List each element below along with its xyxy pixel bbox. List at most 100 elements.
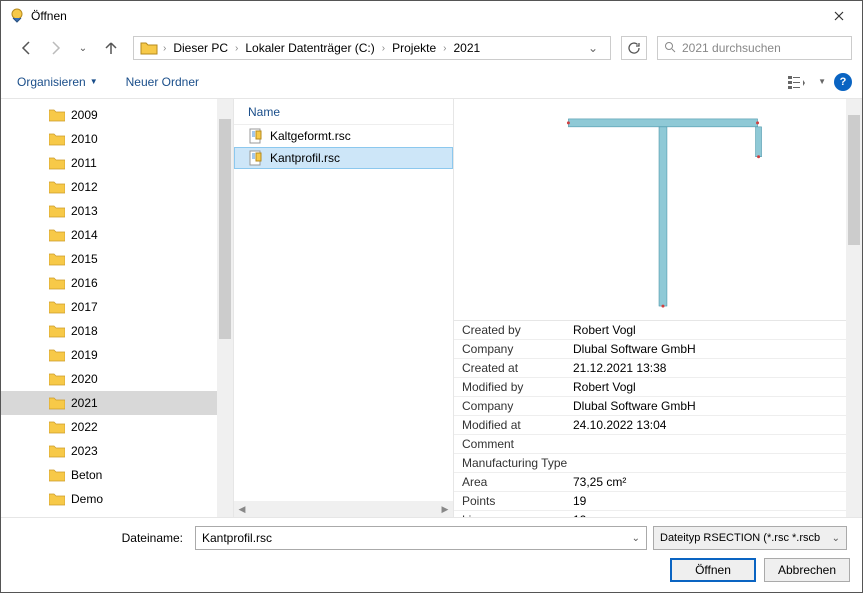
- property-row: Modified at24.10.2022 13:04: [454, 416, 862, 435]
- property-row: Modified byRobert Vogl: [454, 378, 862, 397]
- file-name: Kaltgeformt.rsc: [270, 129, 351, 143]
- navbar: ⌄ › Dieser PC › Lokaler Datenträger (C:)…: [1, 31, 862, 65]
- scrollbar-horizontal[interactable]: ◀▶: [234, 501, 453, 517]
- property-value: Robert Vogl: [569, 380, 636, 394]
- forward-button[interactable]: [43, 36, 67, 60]
- tree-item[interactable]: 2015: [1, 247, 233, 271]
- properties-table: Created byRobert VoglCompanyDlubal Softw…: [454, 321, 862, 517]
- back-button[interactable]: [15, 36, 39, 60]
- tree-item[interactable]: 2014: [1, 223, 233, 247]
- tree-item-label: 2021: [71, 396, 98, 410]
- property-label: Company: [454, 399, 569, 413]
- recent-dropdown[interactable]: ⌄: [71, 36, 95, 60]
- preview-pane: Created byRobert VoglCompanyDlubal Softw…: [453, 99, 862, 517]
- chevron-down-icon[interactable]: ⌄: [632, 533, 640, 544]
- organize-button[interactable]: Organisieren ▼: [11, 71, 104, 93]
- folder-icon: [49, 396, 65, 410]
- file-row[interactable]: Kantprofil.rsc: [234, 147, 453, 169]
- property-label: Manufacturing Type: [454, 456, 569, 470]
- property-label: Modified at: [454, 418, 569, 432]
- folder-icon: [140, 39, 158, 57]
- file-row[interactable]: Kaltgeformt.rsc: [234, 125, 453, 147]
- up-button[interactable]: [99, 36, 123, 60]
- filetype-value: Dateityp RSECTION (*.rsc *.rscb: [660, 532, 820, 544]
- folder-icon: [49, 468, 65, 482]
- property-value: Dlubal Software GmbH: [569, 342, 696, 356]
- property-label: Modified by: [454, 380, 569, 394]
- property-value: Dlubal Software GmbH: [569, 399, 696, 413]
- property-label: Points: [454, 494, 569, 508]
- tree-item[interactable]: 2013: [1, 199, 233, 223]
- folder-icon: [49, 276, 65, 290]
- tree-item[interactable]: Beton: [1, 463, 233, 487]
- folder-icon: [49, 420, 65, 434]
- breadcrumb-item[interactable]: Projekte: [388, 41, 440, 55]
- filetype-select[interactable]: Dateityp RSECTION (*.rsc *.rscb ⌄: [653, 526, 847, 550]
- cancel-button[interactable]: Abbrechen: [764, 558, 850, 582]
- breadcrumb-item[interactable]: 2021: [449, 41, 484, 55]
- property-label: Comment: [454, 437, 569, 451]
- dialog-body: 2009 2010 2011 20122013 2014 2015 2016 20172018…: [1, 99, 862, 517]
- app-icon: [9, 8, 25, 24]
- tree-item[interactable]: 2012: [1, 175, 233, 199]
- scrollbar[interactable]: [217, 99, 233, 517]
- property-value: 19: [569, 494, 586, 508]
- property-row: Created byRobert Vogl: [454, 321, 862, 340]
- tree-item[interactable]: 2017: [1, 295, 233, 319]
- tree-item[interactable]: 2011: [1, 151, 233, 175]
- tree-item-label: 2023: [71, 444, 98, 458]
- preview-thumbnail: [454, 99, 862, 321]
- tree-item[interactable]: 2018: [1, 319, 233, 343]
- refresh-button[interactable]: [621, 36, 647, 60]
- file-list[interactable]: Name Kaltgeformt.rsc Kantprofil.rsc ◀▶: [233, 99, 453, 517]
- breadcrumb-item[interactable]: Dieser PC: [169, 41, 232, 55]
- property-value: 21.12.2021 13:38: [569, 361, 666, 375]
- tree-item-label: 2015: [71, 252, 98, 266]
- new-folder-button[interactable]: Neuer Ordner: [120, 71, 205, 93]
- tree-item[interactable]: 2010: [1, 127, 233, 151]
- tree-item[interactable]: Demo: [1, 487, 233, 511]
- tree-item[interactable]: 2009: [1, 103, 233, 127]
- chevron-right-icon: ›: [234, 43, 239, 54]
- tree-item[interactable]: 2021: [1, 391, 233, 415]
- tree-item-label: 2011: [71, 156, 97, 170]
- chevron-down-icon[interactable]: ▼: [818, 77, 826, 86]
- folder-icon: [49, 204, 65, 218]
- property-row: Created at21.12.2021 13:38: [454, 359, 862, 378]
- property-label: Created by: [454, 323, 569, 337]
- folder-icon: [49, 348, 65, 362]
- breadcrumb-dropdown[interactable]: ⌄: [580, 41, 606, 55]
- tree-item[interactable]: 2019: [1, 343, 233, 367]
- chevron-right-icon: ›: [381, 43, 386, 54]
- close-button[interactable]: [816, 1, 862, 31]
- help-button[interactable]: ?: [834, 73, 852, 91]
- tree-item[interactable]: 2023: [1, 439, 233, 463]
- tree-item-label: 2016: [71, 276, 98, 290]
- scrollbar[interactable]: [846, 99, 862, 517]
- filename-label: Dateiname:: [11, 531, 189, 545]
- property-row: Points19: [454, 492, 862, 511]
- property-label: Area: [454, 475, 569, 489]
- tree-item[interactable]: 2016: [1, 271, 233, 295]
- tree-item-label: 2010: [71, 132, 98, 146]
- search-input[interactable]: 2021 durchsuchen: [657, 36, 852, 60]
- tree-item[interactable]: 2022: [1, 415, 233, 439]
- tree-item-label: 2014: [71, 228, 98, 242]
- folder-tree[interactable]: 2009 2010 2011 20122013 2014 2015 2016 20172018…: [1, 99, 233, 517]
- tree-item[interactable]: 2020: [1, 367, 233, 391]
- tree-item-label: 2009: [71, 108, 98, 122]
- window-title: Öffnen: [31, 9, 816, 23]
- search-icon: [664, 41, 676, 56]
- property-row: Comment: [454, 435, 862, 454]
- property-label: Lines: [454, 513, 569, 517]
- file-name: Kantprofil.rsc: [270, 151, 340, 165]
- breadcrumb[interactable]: › Dieser PC › Lokaler Datenträger (C:) ›…: [133, 36, 611, 60]
- tree-item-label: Beton: [71, 468, 102, 482]
- column-header-name[interactable]: Name: [234, 99, 453, 125]
- open-button[interactable]: Öffnen: [670, 558, 756, 582]
- view-options-button[interactable]: [784, 72, 810, 92]
- folder-icon: [49, 108, 65, 122]
- property-row: Manufacturing Type: [454, 454, 862, 473]
- breadcrumb-item[interactable]: Lokaler Datenträger (C:): [241, 41, 378, 55]
- filename-input[interactable]: Kantprofil.rsc ⌄: [195, 526, 647, 550]
